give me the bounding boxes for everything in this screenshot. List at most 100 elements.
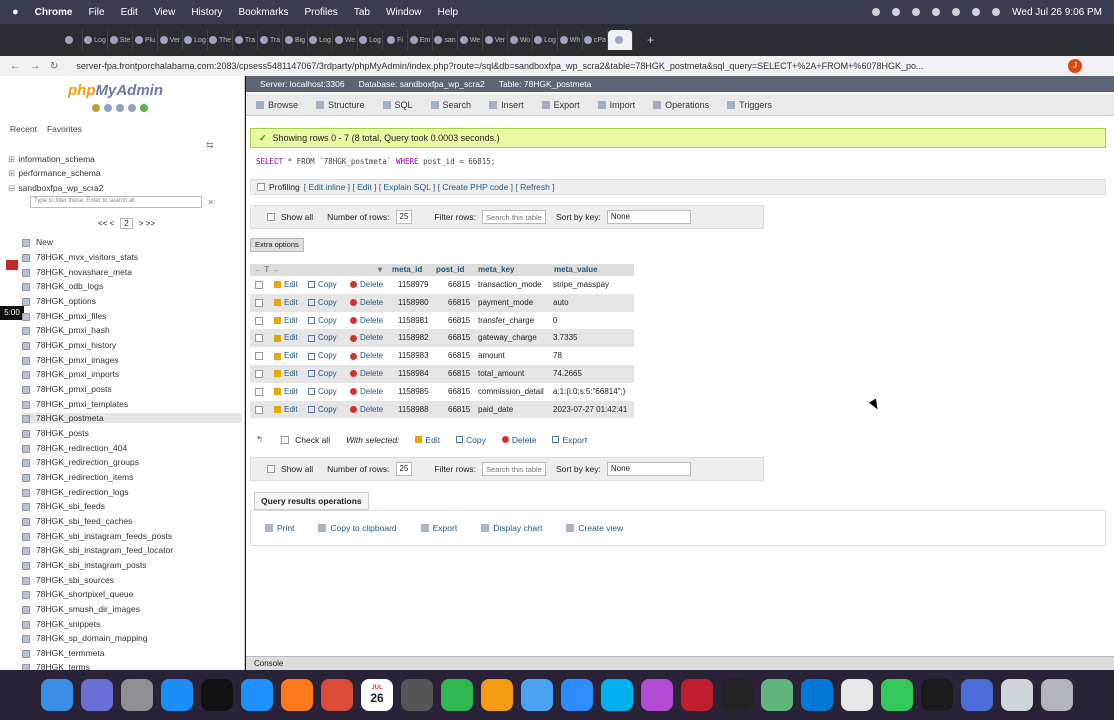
cell-meta-id[interactable]: 1158982 [398,333,429,342]
cell-meta-value[interactable]: a:1:{i:0;s:5:"66814";} [553,387,625,396]
console-bar[interactable]: Console [246,656,1114,670]
table-item[interactable]: 78HGK_pmxi_images [22,355,119,365]
dock-activity-monitor-icon[interactable] [921,679,953,711]
pager-prev[interactable]: << < [98,219,114,228]
table-item[interactable]: 78HGK_novashare_meta [22,267,132,277]
bulk-export-button[interactable]: Export [552,435,587,445]
cell-meta-key[interactable]: amount [478,351,505,360]
table-item[interactable]: 78HGK_options [22,296,96,306]
copy-link[interactable]: Copy [308,351,337,360]
row-checkbox[interactable] [255,334,263,343]
table-item[interactable]: 78HGK_redirection_groups [22,457,139,467]
dock-pages-icon[interactable] [481,679,513,711]
browser-tab[interactable]: cPa [583,30,608,50]
edit-link[interactable]: Edit [274,316,298,325]
table-item[interactable]: 78HGK_sp_domain_mapping [22,633,148,643]
new-tab-plus-icon[interactable]: + [647,33,654,47]
bulk-copy-button[interactable]: Copy [456,435,486,445]
browser-tab[interactable]: Ver [158,30,183,50]
breadcrumb-server[interactable]: Server: localhost:3306 [260,79,345,89]
row-checkbox[interactable] [255,405,263,414]
cell-meta-id[interactable]: 1158988 [398,405,429,414]
show-all-checkbox[interactable] [267,213,275,221]
dock-firefox-icon[interactable] [281,679,313,711]
browser-tab[interactable]: Plu [133,30,158,50]
browser-tab[interactable]: Em [408,30,433,50]
copy-link[interactable]: Copy [308,369,337,378]
browser-tab-active[interactable] [608,30,633,50]
tab-sql[interactable]: SQL [382,100,413,110]
delete-link[interactable]: Delete [350,298,383,307]
dock-safari-icon[interactable] [241,679,273,711]
dock-filezilla-icon[interactable] [681,679,713,711]
browser-tab[interactable] [58,30,83,50]
display-chart-link[interactable]: Display chart [481,523,542,533]
favorites-tab[interactable]: Favorites [47,124,82,134]
cell-meta-key[interactable]: commission_detail [478,387,544,396]
browser-tab[interactable]: san [433,30,458,50]
edit-link[interactable]: Edit [274,280,298,289]
print-link[interactable]: Print [265,523,294,533]
bulk-edit-button[interactable]: Edit [415,435,440,445]
table-item-active[interactable]: 78HGK_postmeta [22,413,242,423]
cell-post-id[interactable]: 66815 [448,333,470,342]
delete-link[interactable]: Delete [350,333,383,342]
cell-post-id[interactable]: 66815 [448,351,470,360]
dock-mail-icon[interactable] [521,679,553,711]
delete-link[interactable]: Delete [350,351,383,360]
num-rows-select[interactable]: 25 [395,462,413,476]
menu-tab[interactable]: Tab [354,7,370,18]
filter-rows-input[interactable] [481,462,546,476]
phpmyadmin-logo[interactable]: phpMyAdmin [68,82,163,99]
delete-link[interactable]: Delete [350,280,383,289]
cell-post-id[interactable]: 66815 [448,387,470,396]
cell-post-id[interactable]: 66815 [448,280,470,289]
table-item[interactable]: 78HGK_redirection_logs [22,487,129,497]
row-checkbox[interactable] [255,352,263,361]
edit-link[interactable]: Edit [274,369,298,378]
table-item[interactable]: 78HGK_odb_logs [22,281,103,291]
menu-file[interactable]: File [88,7,104,18]
battery-icon[interactable] [932,8,941,16]
browser-tab[interactable]: Log [83,30,108,50]
tab-operations[interactable]: Operations [653,100,709,110]
browser-tab[interactable]: Wo [508,30,533,50]
edit-link[interactable]: Edit [274,333,298,342]
delete-link[interactable]: Delete [350,316,383,325]
control-center-icon[interactable] [992,8,1001,16]
browser-tab[interactable]: Log [183,30,208,50]
cell-meta-value[interactable]: 74.2665 [553,369,582,378]
edit-link[interactable]: Edit [274,405,298,414]
dock-zoom-icon[interactable] [561,679,593,711]
cell-meta-id[interactable]: 1158983 [398,351,429,360]
status-icon[interactable] [892,8,901,16]
browser-tab[interactable]: We [458,30,483,50]
table-item[interactable]: 78HGK_snippets [22,619,100,629]
filter-rows-input[interactable] [481,210,546,224]
table-item[interactable]: 78HGK_sbi_instagram_feeds_posts [22,531,172,541]
browser-tab[interactable]: We [333,30,358,50]
dock-textedit-icon[interactable] [841,679,873,711]
dock-vscode-icon[interactable] [801,679,833,711]
dock-calculator-icon[interactable] [401,679,433,711]
url-field[interactable]: server-fpa.frontporchalabama.com:2083/cp… [76,61,976,71]
edit-link[interactable]: Edit [274,298,298,307]
row-checkbox[interactable] [255,387,263,396]
cell-meta-key[interactable]: transaction_mode [478,280,542,289]
browser-tab[interactable]: Ver [483,30,508,50]
dock-facetime-icon[interactable] [881,679,913,711]
column-header[interactable]: post_id [436,265,464,274]
column-header[interactable]: meta_value [554,265,598,274]
delete-link[interactable]: Delete [350,369,383,378]
cell-post-id[interactable]: 66815 [448,405,470,414]
table-item[interactable]: 78HGK_redirection_items [22,472,133,482]
cell-meta-value[interactable]: 3.7335 [553,333,577,342]
row-checkbox[interactable] [255,298,263,307]
cell-meta-id[interactable]: 1158984 [398,369,429,378]
menu-app-name[interactable]: Chrome [35,7,73,18]
wifi-icon[interactable] [952,8,961,16]
browser-tab[interactable]: Tra [233,30,258,50]
copy-link[interactable]: Copy [308,280,337,289]
table-item[interactable]: 78HGK_sbi_feed_caches [22,516,132,526]
row-checkbox[interactable] [255,316,263,325]
